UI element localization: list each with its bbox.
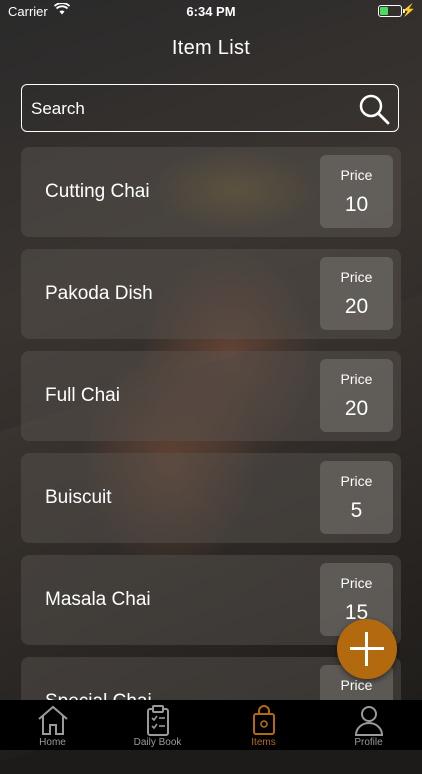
price-label: Price [340, 269, 373, 285]
search-input[interactable] [29, 85, 353, 133]
tab-label: Home [39, 737, 66, 748]
battery-icon [378, 5, 405, 17]
list-item[interactable]: Full Chai Price 20 [21, 351, 401, 441]
item-name: Full Chai [45, 385, 120, 406]
price-value: 20 [344, 295, 369, 318]
price-label: Price [340, 473, 373, 489]
tab-daily-book[interactable]: Daily Book [105, 700, 210, 750]
price-label: Price [340, 167, 373, 183]
price-badge: Price 20 [320, 257, 393, 330]
tab-profile[interactable]: Profile [316, 700, 421, 750]
item-name: Buiscuit [45, 487, 112, 508]
bag-icon [253, 705, 275, 735]
clock: 6:34 PM [186, 4, 236, 19]
person-icon [354, 706, 384, 736]
price-label: Price [340, 677, 373, 693]
clipboard-icon [147, 705, 169, 736]
tab-label: Profile [354, 737, 383, 748]
tab-items[interactable]: Items [211, 700, 316, 750]
price-label: Price [340, 371, 373, 387]
item-name: Pakoda Dish [45, 283, 153, 304]
price-value: 5 [350, 499, 363, 522]
tab-label: Items [251, 737, 276, 748]
list-item[interactable]: Buiscuit Price 5 [21, 453, 401, 543]
price-badge: Price 10 [320, 155, 393, 228]
price-value: 20 [344, 397, 369, 420]
tab-label: Daily Book [133, 737, 182, 748]
status-bar: Carrier 6:34 PM ⚡ [0, 0, 422, 22]
search-bar [21, 84, 399, 133]
tab-home[interactable]: Home [0, 700, 105, 750]
price-badge: Price 20 [320, 359, 393, 432]
page-title: Item List [171, 37, 251, 59]
charging-icon: ⚡ [401, 3, 416, 17]
list-item[interactable]: Cutting Chai Price 10 [21, 147, 401, 237]
price-badge: Price 5 [320, 461, 393, 534]
item-name: Cutting Chai [45, 181, 150, 202]
list-item[interactable]: Pakoda Dish Price 20 [21, 249, 401, 339]
search-icon[interactable] [358, 93, 390, 125]
item-name: Masala Chai [45, 589, 151, 610]
add-item-button[interactable] [337, 619, 397, 679]
price-label: Price [340, 575, 373, 591]
tab-bar: Home Daily Book Items Profile [0, 700, 422, 750]
price-value: 10 [344, 193, 369, 216]
home-icon [38, 705, 68, 735]
